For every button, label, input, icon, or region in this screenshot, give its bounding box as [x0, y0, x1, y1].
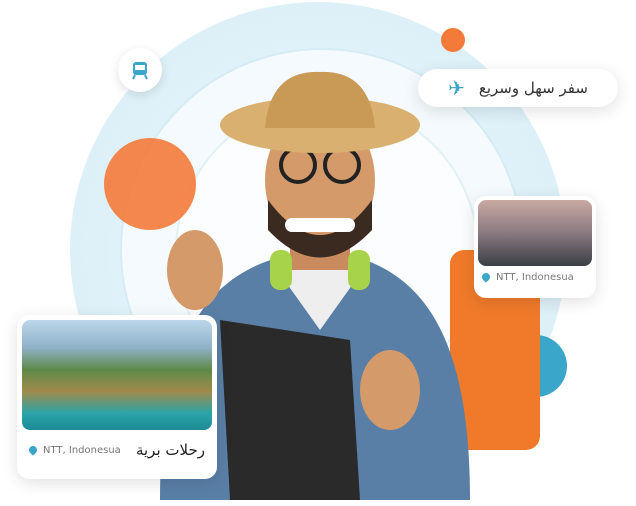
fast-travel-badge: ✈ سفر سهل وسريع [418, 69, 618, 107]
destination-card-bottom[interactable]: NTT, Indonesua رحلات برية [17, 315, 217, 479]
orange-dot [441, 28, 465, 52]
hat-crown [265, 71, 375, 128]
airplane-icon: ✈ [448, 76, 465, 100]
location-pin-icon [27, 443, 39, 456]
card-title: رحلات برية [135, 441, 205, 459]
location-label: NTT, Indonesua [43, 444, 121, 456]
notebook [220, 320, 360, 500]
destination-photo [22, 320, 212, 430]
destination-photo [478, 200, 592, 266]
location-pin-icon [480, 271, 492, 283]
destination-card-top[interactable]: NTT, Indonesua [474, 196, 596, 298]
fast-travel-label: سفر سهل وسريع [478, 79, 588, 97]
thumbs-up-hand [167, 230, 223, 310]
train-icon [132, 62, 148, 80]
location-label: NTT, Indonesua [496, 272, 574, 283]
train-badge [118, 48, 162, 92]
